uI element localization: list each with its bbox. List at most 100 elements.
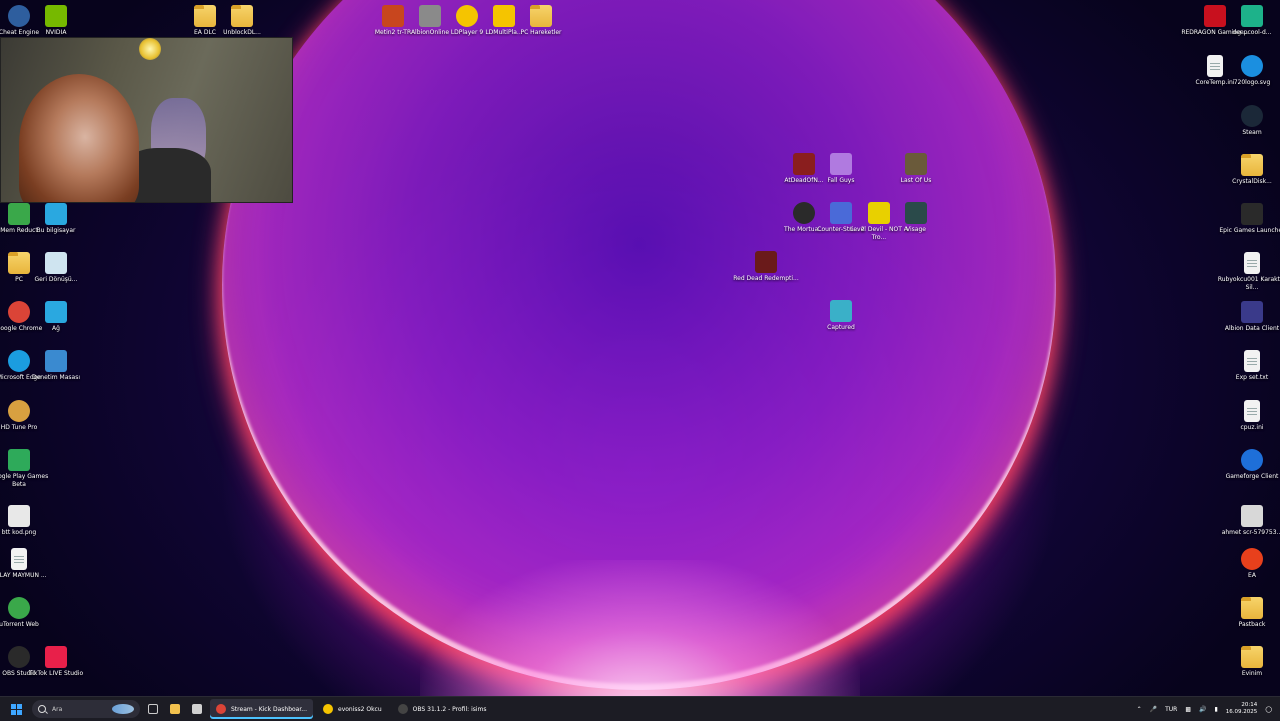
desktop-icon-hd-tune-pro[interactable]: HD Tune Pro — [0, 400, 56, 432]
desktop-icon-label: Last Of Us — [900, 177, 932, 184]
desktop-icon-label: PC Hareketler — [520, 29, 562, 36]
desktop-icon-geri-donusum[interactable]: Geri Dönüşü... — [19, 252, 93, 284]
tray-overflow-chevron-icon[interactable]: ⌃ — [1137, 706, 1142, 713]
desktop-icon-deepcool[interactable]: deepcool-d... — [1215, 5, 1280, 37]
epic-games-icon — [1241, 203, 1263, 225]
desktop-icon-cpuz-ini[interactable]: cpuz.ini — [1215, 400, 1280, 432]
task-label: evoniss2 Okcu — [338, 705, 382, 713]
taskbar-app-button[interactable] — [188, 699, 206, 719]
desktop[interactable]: Cheat Engine NVIDIA EA DLC UnblockDL... Meti… — [0, 0, 1280, 696]
rubyokcu-icon — [1244, 252, 1260, 274]
desktop-icon-label: Epic Games Launcher — [1219, 227, 1280, 234]
geri-donusum-icon — [45, 252, 67, 274]
desktop-icon-label: TikTok LIVE Studio — [28, 670, 84, 677]
desktop-icon-bu-bilgisayar[interactable]: Bu bilgisayar — [19, 203, 93, 235]
volume-icon[interactable]: 🔊 — [1199, 706, 1206, 713]
albion-data-client-icon — [1241, 301, 1263, 323]
windows-logo-icon — [10, 703, 22, 715]
desktop-icon-last-of-us[interactable]: Last Of Us — [879, 153, 953, 185]
desktop-icon-label: UnblockDL... — [223, 29, 261, 36]
desktop-icon-720logo[interactable]: 720logo.svg — [1215, 55, 1280, 87]
crystaldisk-icon — [1241, 154, 1263, 176]
task-obs-icon — [397, 704, 408, 714]
desktop-icon-pastback[interactable]: Pastback — [1215, 597, 1280, 629]
clock-date: 16.09.2025 — [1225, 709, 1258, 715]
desktop-icon-utorrent[interactable]: uTorrent Web — [0, 597, 56, 629]
desktop-icon-exp-set[interactable]: Exp set.txt — [1215, 350, 1280, 382]
desktop-icon-label: btt kod.png — [1, 529, 37, 536]
desktop-icon-denetim-masasi[interactable]: Denetim Masası — [19, 350, 93, 382]
task-label: OBS 31.1.2 - Profil: isims — [412, 705, 487, 713]
btt-kod-icon — [8, 505, 30, 527]
taskbar-search[interactable]: Ara — [32, 700, 140, 718]
last-of-us-icon — [905, 153, 927, 175]
desktop-icon-label: Google Play Games Beta — [0, 473, 49, 488]
task-label: Stream - Kick Dashboar... — [231, 705, 307, 713]
folder-icon — [170, 704, 180, 714]
network-icon[interactable]: ▩ — [1185, 706, 1191, 713]
desktop-icon-epic-games[interactable]: Epic Games Launcher — [1215, 203, 1280, 235]
desktop-icon-label: Exp set.txt — [1235, 374, 1269, 381]
task-view-button[interactable] — [144, 699, 162, 719]
taskbar: Ara Stream - Kick Dashboar... evoniss2 Ok… — [0, 696, 1280, 721]
desktop-icon-label: deepcool-d... — [1232, 29, 1272, 36]
tiktok-live-icon — [45, 646, 67, 668]
desktop-icon-steam[interactable]: Steam — [1215, 105, 1280, 137]
desktop-icon-red-dead[interactable]: Red Dead Redempti... — [729, 251, 803, 283]
desktop-icon-ahmet[interactable]: ahmet scr-579753... — [1215, 505, 1280, 537]
desktop-icon-label: CrystalDisk... — [1232, 178, 1272, 185]
fall-guys-icon — [830, 153, 852, 175]
gameforge-icon — [1241, 449, 1263, 471]
desktop-icon-label: KOLAY MAYMUN ... — [0, 572, 47, 579]
clock[interactable]: 20:14 16.09.2025 — [1226, 702, 1258, 716]
desktop-icon-fall-guys[interactable]: Fall Guys — [804, 153, 878, 185]
task-view-icon — [148, 704, 158, 714]
desktop-icon-captured[interactable]: Captured — [804, 300, 878, 332]
wallpaper-glow — [420, 560, 860, 696]
desktop-icon-label: uTorrent Web — [0, 621, 39, 628]
desktop-icon-tiktok-live[interactable]: TikTok LIVE Studio — [19, 646, 93, 678]
hd-tune-pro-icon — [8, 400, 30, 422]
desktop-icon-nvidia[interactable]: NVIDIA — [19, 5, 93, 37]
denetim-masasi-icon — [45, 350, 67, 372]
unblockdl-icon — [231, 5, 253, 27]
desktop-icon-evinim[interactable]: Evinim — [1215, 646, 1280, 678]
system-tray: ⌃ 🎤 TUR ▩ 🔊 ▮ 20:14 16.09.2025 ◯ — [1137, 702, 1280, 716]
battery-icon[interactable]: ▮ — [1214, 706, 1217, 713]
desktop-icon-unblockdl[interactable]: UnblockDL... — [205, 5, 279, 37]
language-indicator[interactable]: TUR — [1165, 706, 1177, 713]
search-placeholder: Ara — [52, 705, 63, 713]
microphone-icon[interactable]: 🎤 — [1150, 706, 1157, 713]
desktop-icon-label: Visage — [906, 226, 926, 233]
desktop-icon-ag[interactable]: Ağ — [19, 301, 93, 333]
start-button[interactable] — [6, 699, 26, 719]
desktop-icon-albion-data-client[interactable]: Albion Data Client — [1215, 301, 1280, 333]
task-evoniss[interactable]: evoniss2 Okcu — [317, 699, 388, 719]
desktop-icon-google-play-games[interactable]: Google Play Games Beta — [0, 449, 56, 488]
desktop-icon-crystaldisk[interactable]: CrystalDisk... — [1215, 154, 1280, 186]
evinim-icon — [1241, 646, 1263, 668]
desktop-icon-pc-hareketler[interactable]: PC Hareketler — [504, 5, 578, 37]
desktop-icon-label: 720logo.svg — [1233, 79, 1271, 86]
desktop-icon-label: Pastback — [1238, 621, 1266, 628]
pastback-icon — [1241, 597, 1263, 619]
desktop-icon-label: Captured — [827, 324, 855, 331]
desktop-icon-kolay-maymun[interactable]: KOLAY MAYMUN ... — [0, 548, 56, 580]
desktop-icon-rubyokcu[interactable]: Rubyokcu001 Karakter Sil... — [1215, 252, 1280, 291]
desktop-icon-ea[interactable]: EA — [1215, 548, 1280, 580]
notification-icon[interactable]: ◯ — [1265, 706, 1272, 713]
desktop-icon-btt-kod[interactable]: btt kod.png — [0, 505, 56, 537]
google-play-games-icon — [8, 449, 30, 471]
file-explorer-button[interactable] — [166, 699, 184, 719]
task-chrome-icon — [216, 704, 226, 714]
lamp-light — [139, 38, 161, 60]
task-obs[interactable]: OBS 31.1.2 - Profil: isims — [392, 699, 493, 719]
kolay-maymun-icon — [11, 548, 27, 570]
desktop-icon-gameforge[interactable]: Gameforge Client — [1215, 449, 1280, 481]
cpuz-ini-icon — [1244, 400, 1260, 422]
bu-bilgisayar-icon — [45, 203, 67, 225]
task-chrome[interactable]: Stream - Kick Dashboar... — [210, 699, 313, 719]
ea-icon — [1241, 548, 1263, 570]
desktop-icon-visage[interactable]: Visage — [879, 202, 953, 234]
ag-icon — [45, 301, 67, 323]
